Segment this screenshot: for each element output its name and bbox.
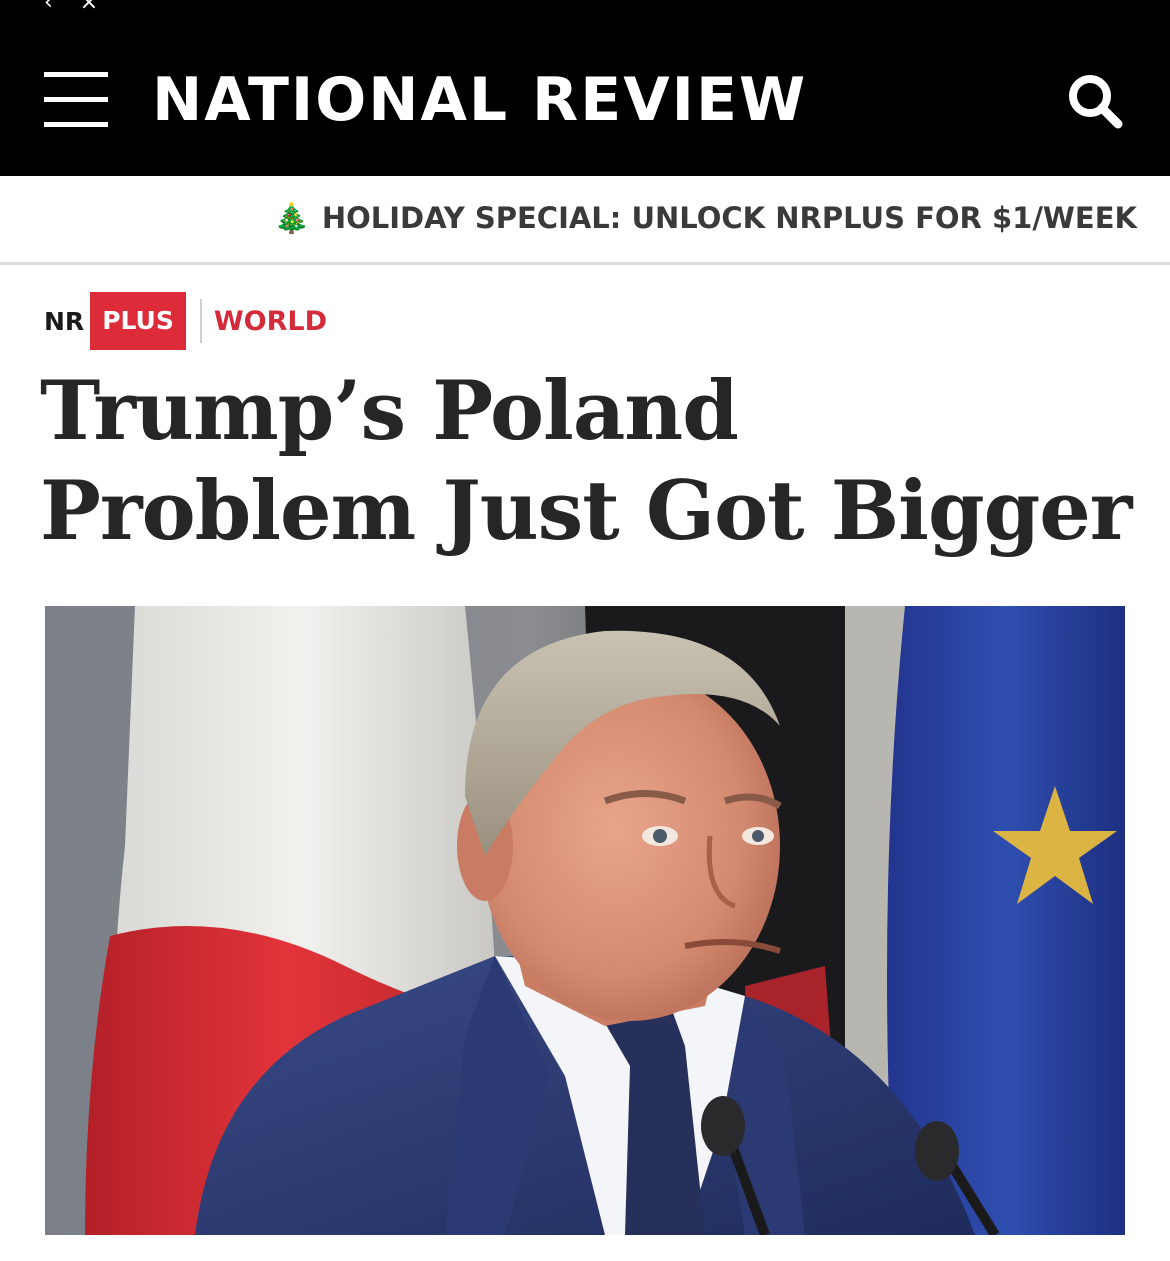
hero-image <box>45 606 1125 1235</box>
promo-link[interactable]: 🎄 HOLIDAY SPECIAL: UNLOCK NRPLUS FOR $1/… <box>274 196 1137 240</box>
christmas-tree-icon: 🎄 <box>273 200 310 235</box>
site-logo[interactable]: NATIONAL REVIEW <box>152 60 807 140</box>
article-kicker: NR PLUS WORLD <box>44 292 327 350</box>
hamburger-menu-icon[interactable] <box>44 72 108 128</box>
kicker-divider <box>199 299 202 343</box>
site-header: NATIONAL REVIEW <box>0 12 1170 176</box>
status-strip: ‹ × <box>0 0 1170 15</box>
nr-badge-label: NR <box>44 306 85 336</box>
promo-text: HOLIDAY SPECIAL: UNLOCK NRPLUS FOR $1/WE… <box>321 201 1137 235</box>
search-icon[interactable] <box>1066 72 1124 130</box>
plus-badge: PLUS <box>90 292 186 350</box>
article-headline: Trump’s Poland Problem Just Got Bigger <box>40 364 1132 559</box>
promo-banner: 🎄 HOLIDAY SPECIAL: UNLOCK NRPLUS FOR $1/… <box>0 176 1170 265</box>
section-link-world[interactable]: WORLD <box>214 306 327 337</box>
